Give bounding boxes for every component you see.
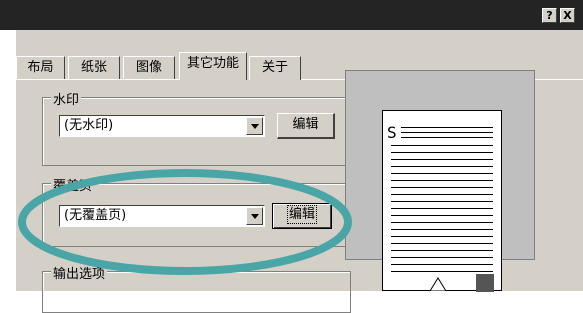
tab-strip-edge-left — [16, 79, 179, 80]
watermark-edit-label: 编辑 — [292, 117, 319, 132]
overlay-edit-button[interactable]: 编辑 — [272, 203, 332, 229]
tab-graphics[interactable]: 图像 — [123, 56, 175, 80]
close-button[interactable]: X — [560, 8, 575, 23]
watermark-edit-button[interactable]: 编辑 — [277, 113, 335, 139]
tab-layout[interactable]: 布局 — [16, 56, 65, 80]
overlay-select-value: (无覆盖页) — [64, 208, 127, 223]
preview-overlay-block — [476, 274, 494, 292]
output-options-group: 输出选项 — [42, 263, 351, 313]
preview-page: S — [382, 110, 502, 292]
tab-extras[interactable]: 其它功能 — [179, 52, 247, 80]
chevron-down-icon[interactable] — [246, 117, 263, 135]
overlay-group-label: 覆盖页 — [51, 175, 95, 194]
preview-page-letter: S — [387, 123, 397, 142]
help-button[interactable]: ? — [542, 8, 557, 23]
tab-about[interactable]: 关于 — [249, 56, 301, 80]
output-options-group-label: 输出选项 — [51, 263, 108, 282]
title-bar: ? X — [0, 0, 583, 30]
overlay-select[interactable]: (无覆盖页) — [59, 205, 265, 227]
chevron-down-icon[interactable] — [246, 207, 263, 225]
tab-paper[interactable]: 纸张 — [68, 56, 120, 80]
watermark-select[interactable]: (无水印) — [59, 115, 265, 137]
watermark-select-value: (无水印) — [64, 118, 114, 133]
overlay-edit-label: 编辑 — [286, 205, 318, 224]
watermark-group-label: 水印 — [51, 89, 82, 108]
